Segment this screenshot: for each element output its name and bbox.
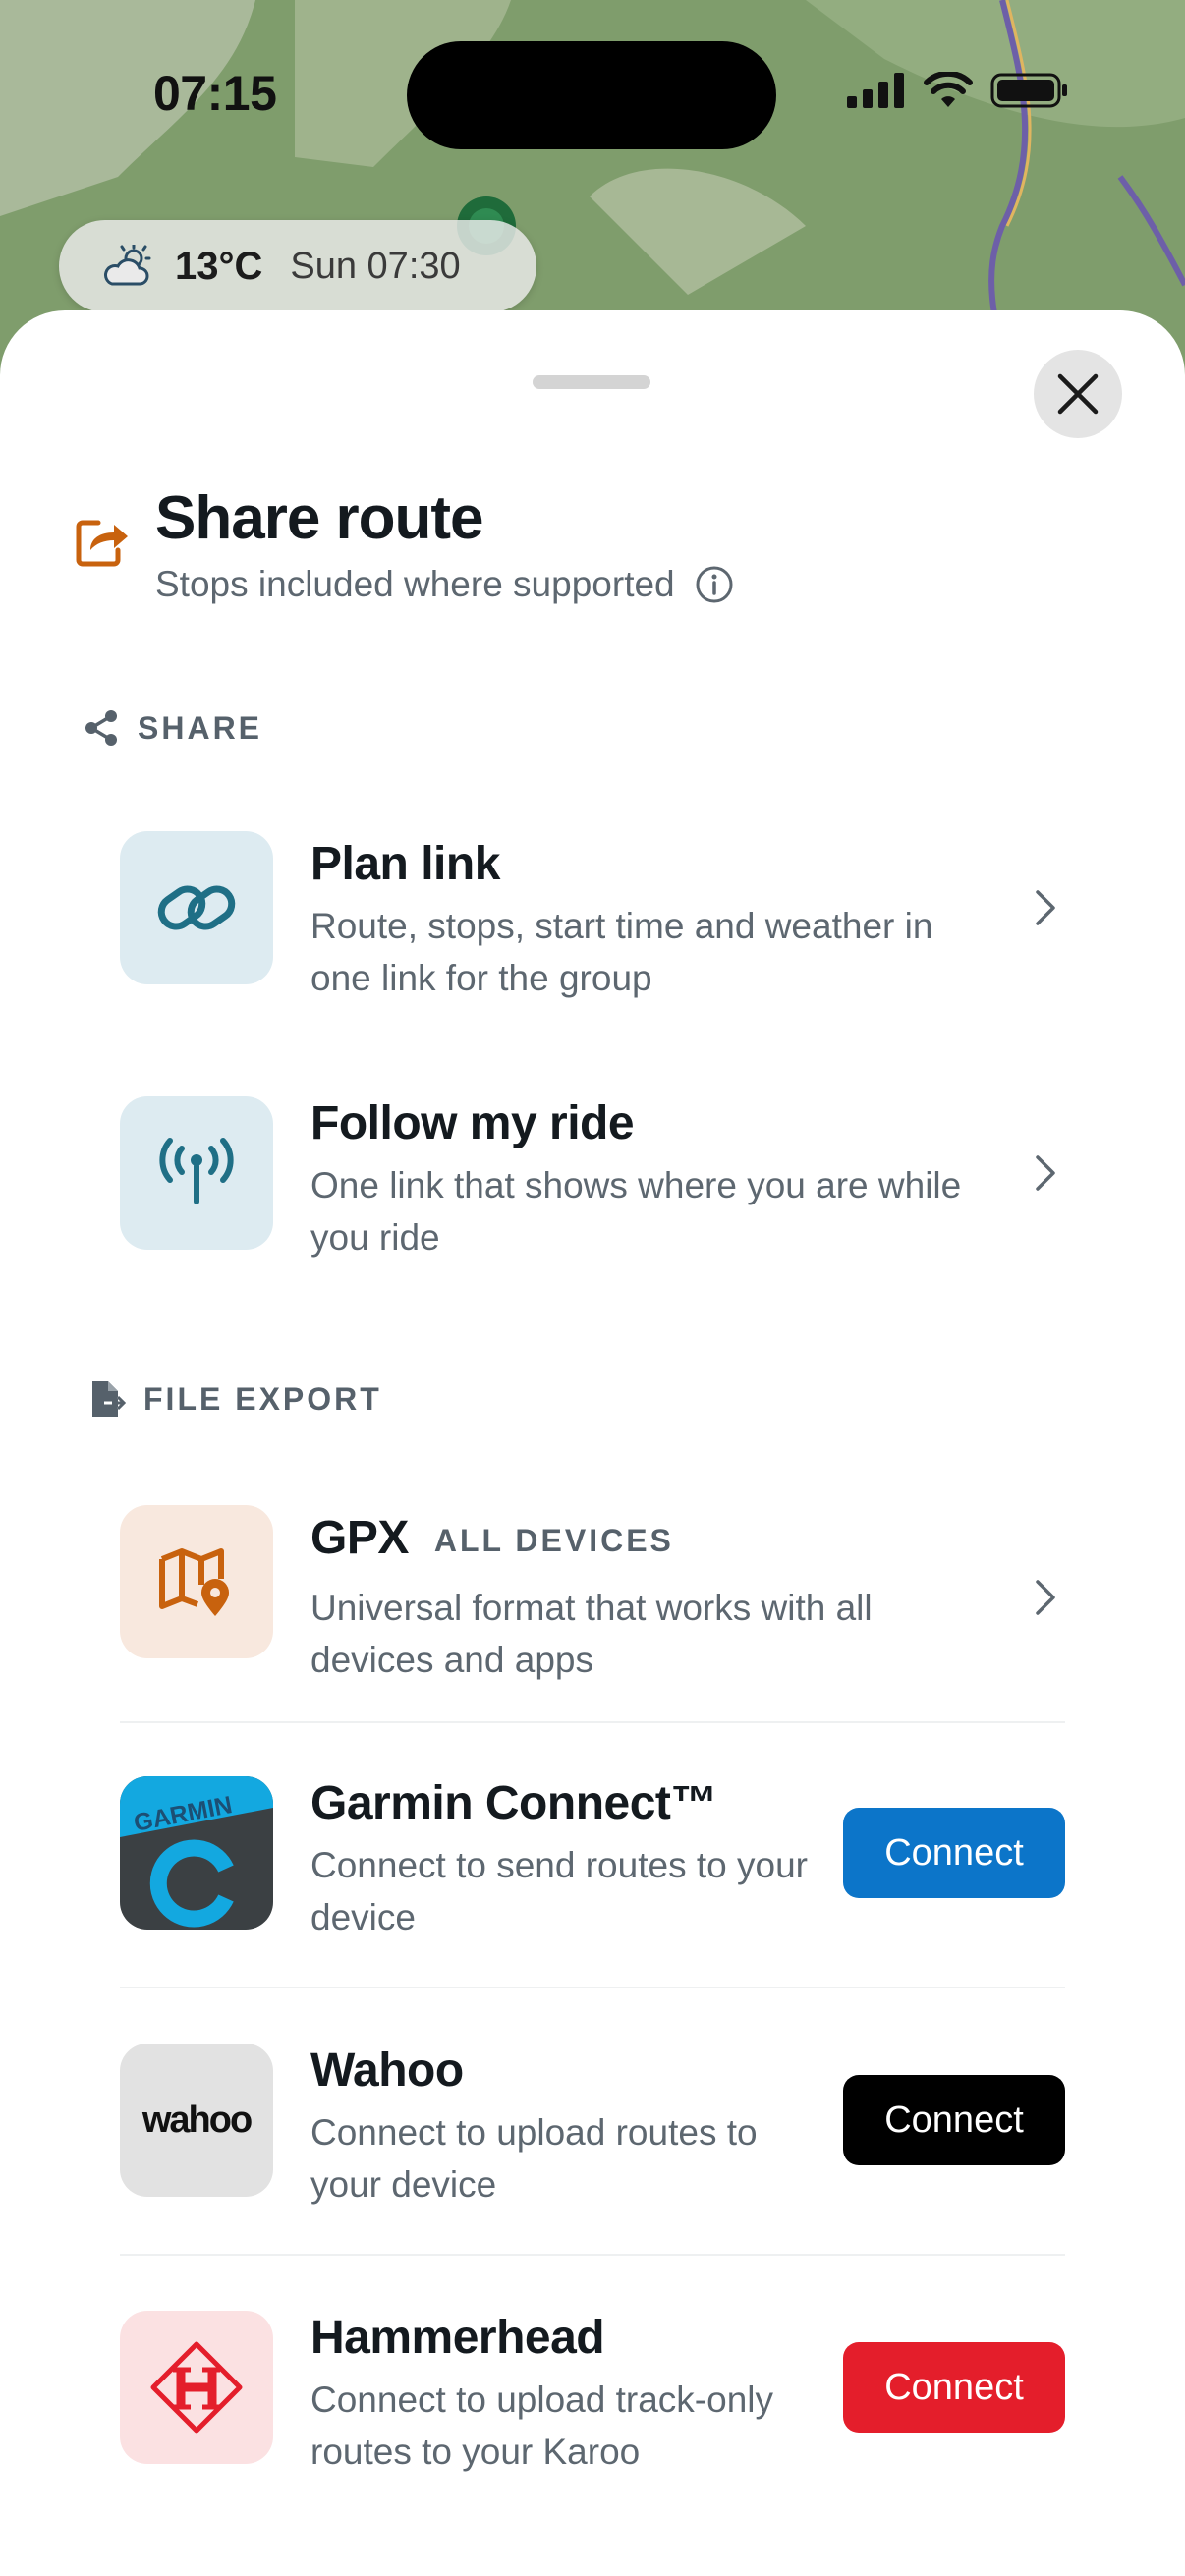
plan-link-tile [120,831,273,984]
share-icon [85,710,117,746]
garmin-logo: GARMIN [120,1776,273,1930]
wahoo-connect-button[interactable]: Connect [843,2075,1065,2165]
subtitle-text: Stops included where supported [155,564,675,604]
garmin-row: GARMIN Garmin Connect™ Connect to send r… [120,1776,1065,1937]
garmin-connect-button[interactable]: Connect [843,1808,1065,1898]
broadcast-icon [159,1138,234,1204]
gpx-description: Universal format that works with all dev… [310,1588,873,1680]
cellular-signal-icon [847,73,904,108]
divider [120,1721,1065,1723]
status-time: 07:15 [153,66,277,121]
gpx-row[interactable]: GPX ALL DEVICES Universal format that wor… [120,1505,1065,1680]
share-route-sheet: Share route Stops included where support… [0,310,1185,2576]
subtitle: Stops included where supported [155,564,734,605]
wahoo-description: Connect to upload routes to your device [310,2112,758,2205]
follow-my-ride-description: One link that shows where you are while … [310,1165,962,1258]
partly-cloudy-icon [104,245,151,286]
wahoo-logo-text: wahoo [141,2099,253,2141]
status-bar: 07:15 [0,0,1185,196]
chevron-right-icon [1036,1155,1055,1191]
map-pin-icon [159,1548,229,1616]
weather-temperature: 13°C [175,244,263,288]
status-icons [847,71,1069,110]
chevron-right-icon [1036,1580,1055,1615]
divider [120,1987,1065,1988]
page-title: Share route [155,484,484,552]
garmin-title: Garmin Connect™ [310,1777,717,1829]
garmin-description: Connect to send routes to your device [310,1845,808,1937]
share-section-label: SHARE [83,709,262,747]
plan-link-title: Plan link [310,838,500,890]
file-export-icon [92,1381,126,1417]
file-export-section-text: FILE EXPORT [143,1380,382,1417]
hammerhead-logo [120,2311,273,2464]
wahoo-row: wahoo Wahoo Connect to upload routes to … [120,2044,1065,2205]
wifi-icon [924,72,973,107]
follow-my-ride-row[interactable]: Follow my ride One link that shows where… [120,1096,1065,1258]
close-icon [1057,373,1099,415]
plan-link-description: Route, stops, start time and weather in … [310,906,933,998]
sheet-drag-handle[interactable] [533,375,650,389]
hammerhead-description: Connect to upload track-only routes to y… [310,2380,773,2472]
share-section-text: SHARE [138,709,263,746]
dynamic-island [407,41,776,149]
follow-my-ride-title: Follow my ride [310,1097,635,1149]
divider [120,2254,1065,2256]
close-button[interactable] [1034,350,1122,438]
hammerhead-connect-button[interactable]: Connect [843,2342,1065,2433]
gpx-title: GPX ALL DEVICES [310,1511,674,1565]
gpx-title-text: GPX [310,1512,409,1564]
follow-my-ride-tile [120,1096,273,1250]
share-export-icon [76,520,128,567]
wahoo-title: Wahoo [310,2044,464,2097]
gpx-tile [120,1505,273,1658]
hammerhead-row: Hammerhead Connect to upload track-only … [120,2311,1065,2472]
hammerhead-icon [150,2341,243,2434]
hammerhead-title: Hammerhead [310,2312,605,2364]
link-icon [157,885,236,930]
battery-icon [990,73,1067,108]
info-icon[interactable] [695,565,734,604]
wahoo-logo: wahoo [120,2044,273,2197]
weather-pill[interactable]: 13°C Sun 07:30 [59,220,536,312]
weather-time: Sun 07:30 [290,245,461,287]
chevron-right-icon [1036,890,1055,925]
file-export-section-label: FILE EXPORT [86,1379,382,1419]
gpx-badge: ALL DEVICES [433,1522,674,1558]
plan-link-row[interactable]: Plan link Route, stops, start time and w… [120,831,1065,998]
garmin-connect-icon: GARMIN [120,1776,273,1928]
